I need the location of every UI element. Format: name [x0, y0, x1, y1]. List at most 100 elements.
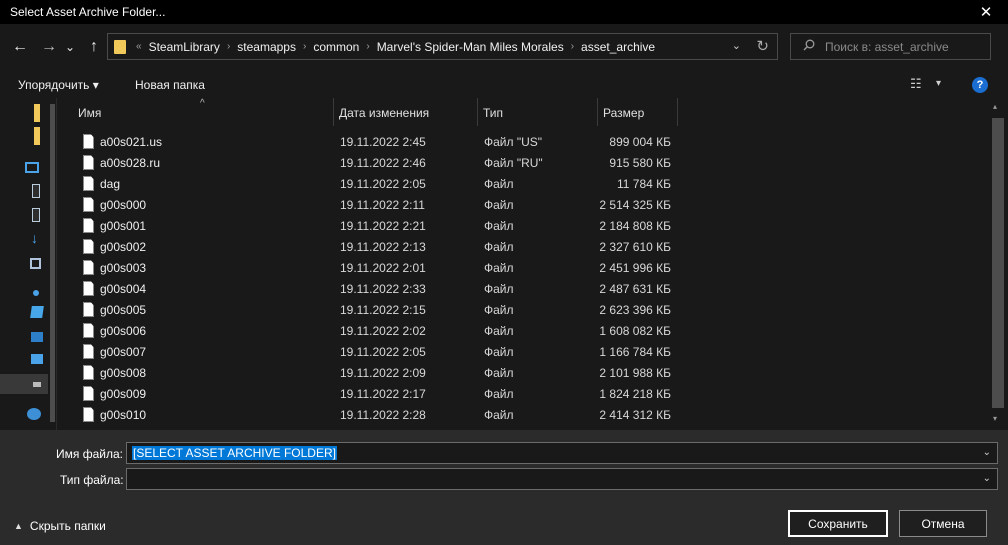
- file-type: Файл: [484, 218, 514, 233]
- file-row[interactable]: g00s000 19.11.2022 2:11 Файл 2 514 325 КБ: [57, 194, 989, 215]
- drive-icon[interactable]: [31, 354, 43, 364]
- organize-menu[interactable]: Упорядочить ▾: [18, 78, 99, 92]
- file-name: g00s004: [100, 281, 147, 296]
- file-size: 11 784 КБ: [616, 176, 671, 191]
- filetype-select[interactable]: ⌄: [126, 468, 998, 490]
- arrow-up-icon: ↑: [90, 38, 98, 55]
- search-box[interactable]: Поиск в: asset_archive: [790, 33, 991, 60]
- breadcrumb-asset-archive[interactable]: asset_archive: [576, 40, 660, 54]
- file-row[interactable]: g00s009 19.11.2022 2:17 Файл 1 824 218 КБ: [57, 383, 989, 404]
- file-icon: [83, 344, 94, 359]
- file-list: Имя ^ Дата изменения Тип Размер a00s021.…: [56, 98, 988, 430]
- navigation-pane-scroll-thumb[interactable]: [50, 104, 55, 422]
- filetype-label: Тип файла:: [60, 473, 124, 487]
- sort-ascending-icon: ^: [200, 98, 205, 109]
- quick-access-folder-icon[interactable]: [34, 104, 40, 122]
- file-type: Файл "US": [484, 134, 543, 149]
- hide-folders-toggle[interactable]: ▲ Скрыть папки: [14, 519, 106, 533]
- file-row[interactable]: g00s007 19.11.2022 2:05 Файл 1 166 784 КБ: [57, 341, 989, 362]
- close-icon: ✕: [979, 4, 993, 21]
- music-icon[interactable]: [33, 290, 39, 296]
- network-icon[interactable]: [27, 408, 41, 420]
- scroll-down-icon[interactable]: ▾: [993, 414, 997, 423]
- file-icon: [83, 218, 94, 233]
- folder-icon: [114, 39, 126, 54]
- chevron-down-icon[interactable]: ⌄: [983, 473, 991, 484]
- file-row[interactable]: g00s003 19.11.2022 2:01 Файл 2 451 996 КБ: [57, 257, 989, 278]
- file-size: 2 414 312 КБ: [599, 407, 671, 422]
- file-row[interactable]: g00s001 19.11.2022 2:21 Файл 2 184 808 КБ: [57, 215, 989, 236]
- file-name: g00s007: [100, 344, 147, 359]
- new-folder-button[interactable]: Новая папка: [135, 78, 205, 92]
- back-button[interactable]: ←: [10, 38, 30, 56]
- filename-field[interactable]: [SELECT ASSET ARCHIVE FOLDER] ⌄: [126, 442, 998, 464]
- up-button[interactable]: ↑: [84, 38, 104, 56]
- file-row[interactable]: g00s008 19.11.2022 2:09 Файл 2 101 988 КБ: [57, 362, 989, 383]
- drive-icon[interactable]: [33, 382, 41, 387]
- breadcrumb-separator[interactable]: ›: [364, 41, 371, 52]
- file-size: 1 608 082 КБ: [599, 323, 671, 338]
- file-date: 19.11.2022 2:21: [340, 218, 426, 233]
- column-header-type[interactable]: Тип: [478, 98, 598, 126]
- file-size: 2 451 996 КБ: [599, 260, 671, 275]
- this-pc-icon[interactable]: [25, 162, 39, 173]
- file-list-scrollbar[interactable]: ▴ ▾: [988, 98, 1008, 430]
- help-button[interactable]: ?: [972, 77, 988, 93]
- filename-value[interactable]: [SELECT ASSET ARCHIVE FOLDER]: [132, 446, 337, 460]
- file-name: a00s028.ru: [100, 155, 161, 170]
- address-bar[interactable]: « SteamLibrary › steamapps › common › Ma…: [107, 33, 778, 60]
- documents-icon[interactable]: [32, 208, 40, 222]
- file-row[interactable]: g00s005 19.11.2022 2:15 Файл 2 623 396 КБ: [57, 299, 989, 320]
- file-type: Файл: [484, 365, 514, 380]
- file-icon: [83, 239, 94, 254]
- file-type: Файл: [484, 176, 514, 191]
- forward-button[interactable]: →: [39, 38, 59, 56]
- videos-icon[interactable]: [31, 332, 43, 342]
- save-button[interactable]: Сохранить: [788, 510, 888, 537]
- file-date: 19.11.2022 2:05: [340, 176, 426, 191]
- scroll-thumb[interactable]: [992, 118, 1004, 408]
- file-row[interactable]: dag 19.11.2022 2:05 Файл 11 784 КБ: [57, 173, 989, 194]
- column-header-date[interactable]: Дата изменения: [334, 98, 478, 126]
- file-icon: [83, 155, 94, 170]
- recent-locations-button[interactable]: ⌄: [63, 38, 77, 56]
- address-dropdown-icon[interactable]: ⌄: [732, 39, 741, 52]
- pictures-icon[interactable]: [30, 258, 41, 269]
- file-icon: [83, 176, 94, 191]
- breadcrumb-steamapps[interactable]: steamapps: [232, 40, 301, 54]
- breadcrumb-separator[interactable]: ›: [225, 41, 232, 52]
- breadcrumb-game-folder[interactable]: Marvel's Spider-Man Miles Morales: [372, 40, 569, 54]
- file-type: Файл: [484, 323, 514, 338]
- breadcrumb-steamlibrary[interactable]: SteamLibrary: [144, 40, 225, 54]
- view-options-icon[interactable]: ☷: [910, 76, 922, 92]
- cancel-button[interactable]: Отмена: [899, 510, 987, 537]
- file-row[interactable]: a00s028.ru 19.11.2022 2:46 Файл "RU" 915 58…: [57, 152, 989, 173]
- desktop-icon[interactable]: [30, 306, 44, 318]
- file-row[interactable]: g00s006 19.11.2022 2:02 Файл 1 608 082 КБ: [57, 320, 989, 341]
- refresh-icon[interactable]: ↻: [756, 37, 769, 55]
- file-name: g00s000: [100, 197, 147, 212]
- file-row[interactable]: g00s010 19.11.2022 2:28 Файл 2 414 312 КБ: [57, 404, 989, 425]
- quick-access-folder-icon[interactable]: [34, 127, 40, 145]
- file-size: 2 184 808 КБ: [599, 218, 671, 233]
- breadcrumb-separator[interactable]: ›: [301, 41, 308, 52]
- column-header-size[interactable]: Размер: [598, 98, 678, 126]
- objects-3d-icon[interactable]: [32, 184, 40, 198]
- file-rows: a00s021.us 19.11.2022 2:45 Файл "US" 899 00…: [57, 131, 989, 425]
- close-button[interactable]: ✕: [964, 0, 1008, 24]
- file-row[interactable]: a00s021.us 19.11.2022 2:45 Файл "US" 899 00…: [57, 131, 989, 152]
- downloads-icon[interactable]: ↓: [31, 230, 41, 246]
- scroll-up-icon[interactable]: ▴: [993, 102, 997, 111]
- chevron-down-icon[interactable]: ⌄: [983, 447, 991, 458]
- view-dropdown-icon[interactable]: ▾: [936, 78, 941, 89]
- breadcrumb-common[interactable]: common: [308, 40, 364, 54]
- breadcrumb-separator[interactable]: ›: [569, 41, 576, 52]
- breadcrumb-overflow[interactable]: «: [134, 41, 144, 52]
- file-row[interactable]: g00s002 19.11.2022 2:13 Файл 2 327 610 КБ: [57, 236, 989, 257]
- file-type: Файл: [484, 407, 514, 422]
- file-row[interactable]: g00s004 19.11.2022 2:33 Файл 2 487 631 КБ: [57, 278, 989, 299]
- file-size: 1 824 218 КБ: [599, 386, 671, 401]
- search-icon: [803, 39, 815, 54]
- file-icon: [83, 197, 94, 212]
- file-date: 19.11.2022 2:02: [340, 323, 426, 338]
